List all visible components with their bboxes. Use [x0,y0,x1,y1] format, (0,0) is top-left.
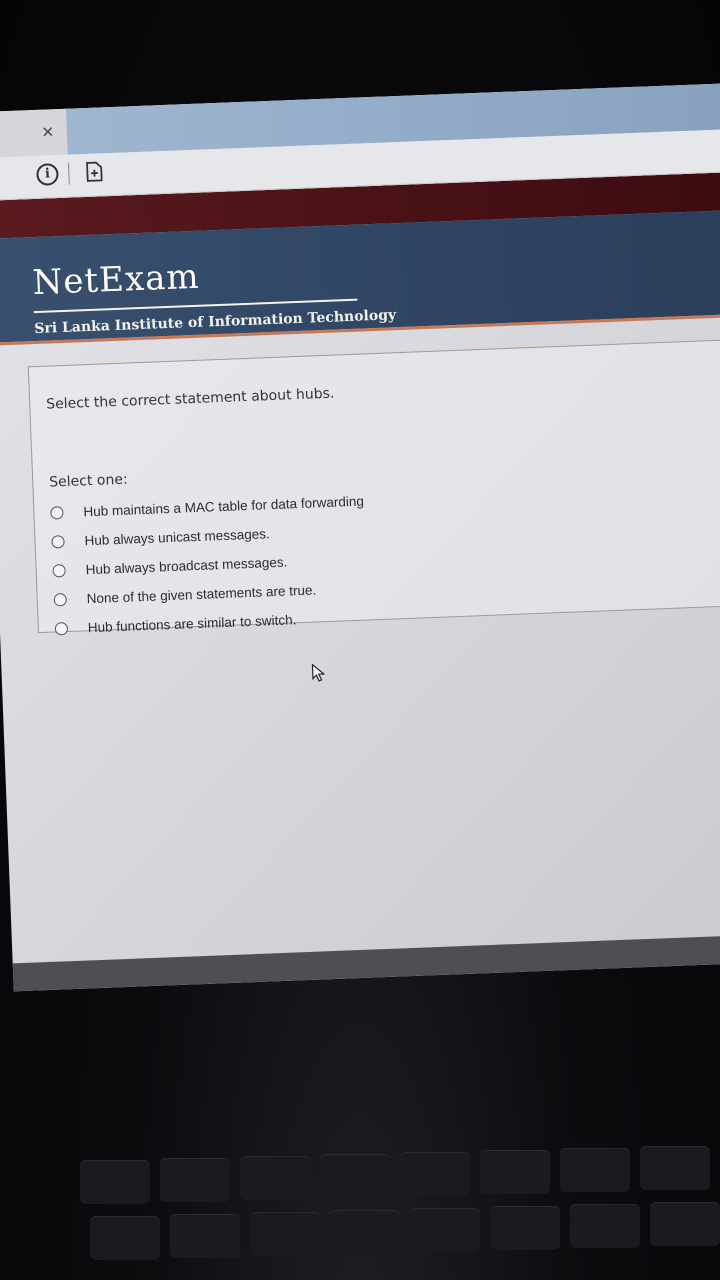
mouse-pointer-icon [311,663,326,682]
select-one-prompt: Select one: [48,471,128,491]
keyboard-key [640,1146,710,1190]
answer-option-label[interactable]: Hub always broadcast messages. [85,555,287,578]
keyboard-key [480,1150,550,1194]
radio-button[interactable] [50,506,64,520]
laptop-screen: × i NetExam Sri Lanka Institute of Infor… [0,82,720,992]
radio-button[interactable] [51,535,65,549]
keyboard-key [490,1206,560,1250]
radio-button[interactable] [52,564,66,578]
question-card: Select the correct statement about hubs.… [27,337,720,636]
answer-option-label[interactable]: Hub maintains a MAC table for data forwa… [83,494,364,520]
question-text: Select the correct statement about hubs. [45,385,335,413]
answer-option-label[interactable]: Hub always unicast messages. [84,526,270,548]
keyboard-key [250,1212,320,1256]
answer-option-label[interactable]: Hub functions are similar to switch. [88,612,297,635]
radio-button[interactable] [53,593,68,607]
keyboard-key [400,1152,470,1196]
answer-options: Hub maintains a MAC table for data forwa… [50,487,369,644]
keyboard-key [570,1204,640,1248]
photo-background: × i NetExam Sri Lanka Institute of Infor… [0,0,720,1280]
keyboard-key [160,1158,230,1202]
info-icon[interactable]: i [36,163,59,186]
close-tab-icon[interactable]: × [36,121,59,145]
keyboard-key [650,1202,720,1246]
answer-option-label[interactable]: None of the given statements are true. [86,582,316,606]
main-content: Select the correct statement about hubs.… [0,316,720,965]
keyboard-key [240,1156,310,1200]
address-separator [68,162,70,185]
keyboard-key [410,1208,480,1252]
site-logo-text[interactable]: NetExam [32,257,200,303]
keyboard-key [90,1216,160,1260]
keyboard-key [330,1210,400,1254]
keyboard-key [80,1160,150,1204]
keyboard-key [560,1148,630,1192]
keyboard-key [320,1154,390,1198]
keyboard-key [170,1214,240,1258]
laptop-keyboard [60,1140,720,1280]
radio-button[interactable] [54,622,69,636]
page-plus-icon[interactable] [86,161,103,182]
